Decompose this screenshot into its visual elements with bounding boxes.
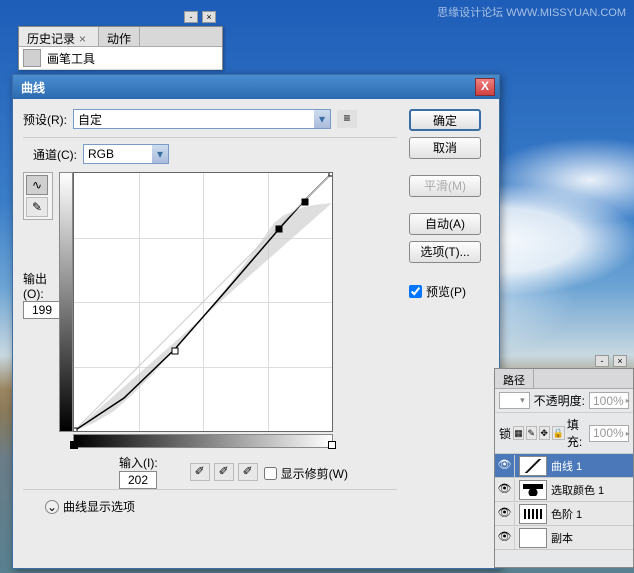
blend-mode-select[interactable]: ▾ xyxy=(499,392,530,409)
layer-name: 副本 xyxy=(551,530,573,546)
dialog-title: 曲线 xyxy=(21,79,475,96)
chevron-down-icon: ▾ xyxy=(152,145,168,163)
input-field[interactable] xyxy=(119,471,157,489)
curve-display-options-toggle[interactable]: ⌄ 曲线显示选项 xyxy=(45,498,397,515)
show-clipping-label: 显示修剪(W) xyxy=(281,465,348,482)
black-eyedropper[interactable]: ✐ xyxy=(190,463,210,481)
panel-close-icon[interactable]: × xyxy=(613,355,627,367)
layer-thumbnail xyxy=(519,480,547,500)
output-label: 输出(O): xyxy=(23,270,61,301)
gray-eyedropper[interactable]: ✐ xyxy=(214,463,234,481)
tab-actions[interactable]: 动作 xyxy=(99,27,140,46)
white-point-slider[interactable] xyxy=(328,441,336,449)
channel-label: 通道(C): xyxy=(33,146,77,163)
lock-all-icon[interactable]: 🔒 xyxy=(552,426,565,440)
layer-thumbnail xyxy=(519,528,547,548)
white-eyedropper[interactable]: ✐ xyxy=(238,463,258,481)
history-item[interactable]: 画笔工具 xyxy=(19,47,222,70)
auto-button[interactable]: 自动(A) xyxy=(409,213,481,235)
panel-close-icon[interactable]: × xyxy=(202,11,216,23)
watermark: 思缘设计论坛 WWW.MISSYUAN.COM xyxy=(437,4,626,20)
panel-minimize-icon[interactable]: - xyxy=(595,355,609,367)
channel-select[interactable]: RGB▾ xyxy=(83,144,169,164)
layer-thumbnail xyxy=(519,456,547,476)
lock-position-icon[interactable]: ✥ xyxy=(539,426,550,440)
cancel-button[interactable]: 取消 xyxy=(409,137,481,159)
layer-name: 色阶 1 xyxy=(551,506,582,522)
visibility-icon[interactable]: 👁 xyxy=(495,479,515,501)
tab-paths[interactable]: 路径 xyxy=(495,369,534,388)
input-label: 输入(I): xyxy=(119,454,158,471)
brush-icon xyxy=(23,49,41,67)
ok-button[interactable]: 确定 xyxy=(409,109,481,131)
smooth-button[interactable]: 平滑(M) xyxy=(409,175,481,197)
lock-label: 锁 xyxy=(499,425,511,442)
layers-panel: - × 路径 ▾ 不透明度: 100%▸ 锁 ▦ ✎ ✥ 🔒 填充: 100%▸… xyxy=(494,368,634,568)
preset-label: 预设(R): xyxy=(23,111,67,128)
visibility-icon[interactable]: 👁 xyxy=(495,527,515,549)
curve-graph[interactable] xyxy=(73,172,333,432)
layer-item[interactable]: 👁 副本 xyxy=(495,526,633,550)
close-button[interactable]: X xyxy=(475,78,495,96)
fill-label: 填充: xyxy=(567,416,587,450)
layer-item[interactable]: 👁 色阶 1 xyxy=(495,502,633,526)
history-item-label: 画笔工具 xyxy=(47,50,95,67)
options-button[interactable]: 选项(T)... xyxy=(409,241,481,263)
curve-point-tool[interactable]: ∿ xyxy=(26,175,48,195)
input-gradient[interactable] xyxy=(73,434,333,448)
layer-thumbnail xyxy=(519,504,547,524)
expand-icon: ⌄ xyxy=(45,500,59,514)
preview-label: 预览(P) xyxy=(426,283,466,300)
lock-pixels-icon[interactable]: ✎ xyxy=(526,426,537,440)
curves-dialog: 曲线 X 预设(R): 自定▾ ≡ 通道(C): RGB▾ ∿ xyxy=(12,74,500,569)
layer-item[interactable]: 👁 选取颜色 1 xyxy=(495,478,633,502)
curve-svg xyxy=(74,173,332,431)
panel-minimize-icon[interactable]: - xyxy=(184,11,198,23)
chevron-down-icon: ▾ xyxy=(314,110,330,128)
preview-checkbox[interactable] xyxy=(409,285,422,298)
layer-name: 选取颜色 1 xyxy=(551,482,604,498)
lock-transparency-icon[interactable]: ▦ xyxy=(513,426,524,440)
tab-history[interactable]: 历史记录× xyxy=(19,27,99,46)
preset-menu-icon[interactable]: ≡ xyxy=(337,110,357,128)
layer-item[interactable]: 👁 曲线 1 xyxy=(495,454,633,478)
tab-close-icon[interactable]: × xyxy=(75,32,90,46)
titlebar[interactable]: 曲线 X xyxy=(13,75,499,99)
visibility-icon[interactable]: 👁 xyxy=(495,455,515,477)
output-field[interactable] xyxy=(23,301,61,319)
preset-select[interactable]: 自定▾ xyxy=(73,109,331,129)
show-clipping-checkbox[interactable] xyxy=(264,467,277,480)
visibility-icon[interactable]: 👁 xyxy=(495,503,515,525)
opacity-field[interactable]: 100%▸ xyxy=(589,392,629,409)
fill-field[interactable]: 100%▸ xyxy=(589,425,629,442)
curve-tool-box: ∿ ✎ xyxy=(23,172,53,220)
curve-pencil-tool[interactable]: ✎ xyxy=(26,197,48,217)
opacity-label: 不透明度: xyxy=(534,392,585,409)
layer-name: 曲线 1 xyxy=(551,458,582,474)
black-point-slider[interactable] xyxy=(70,441,78,449)
history-panel: - × 历史记录× 动作 画笔工具 xyxy=(18,26,223,70)
output-gradient xyxy=(59,172,73,432)
